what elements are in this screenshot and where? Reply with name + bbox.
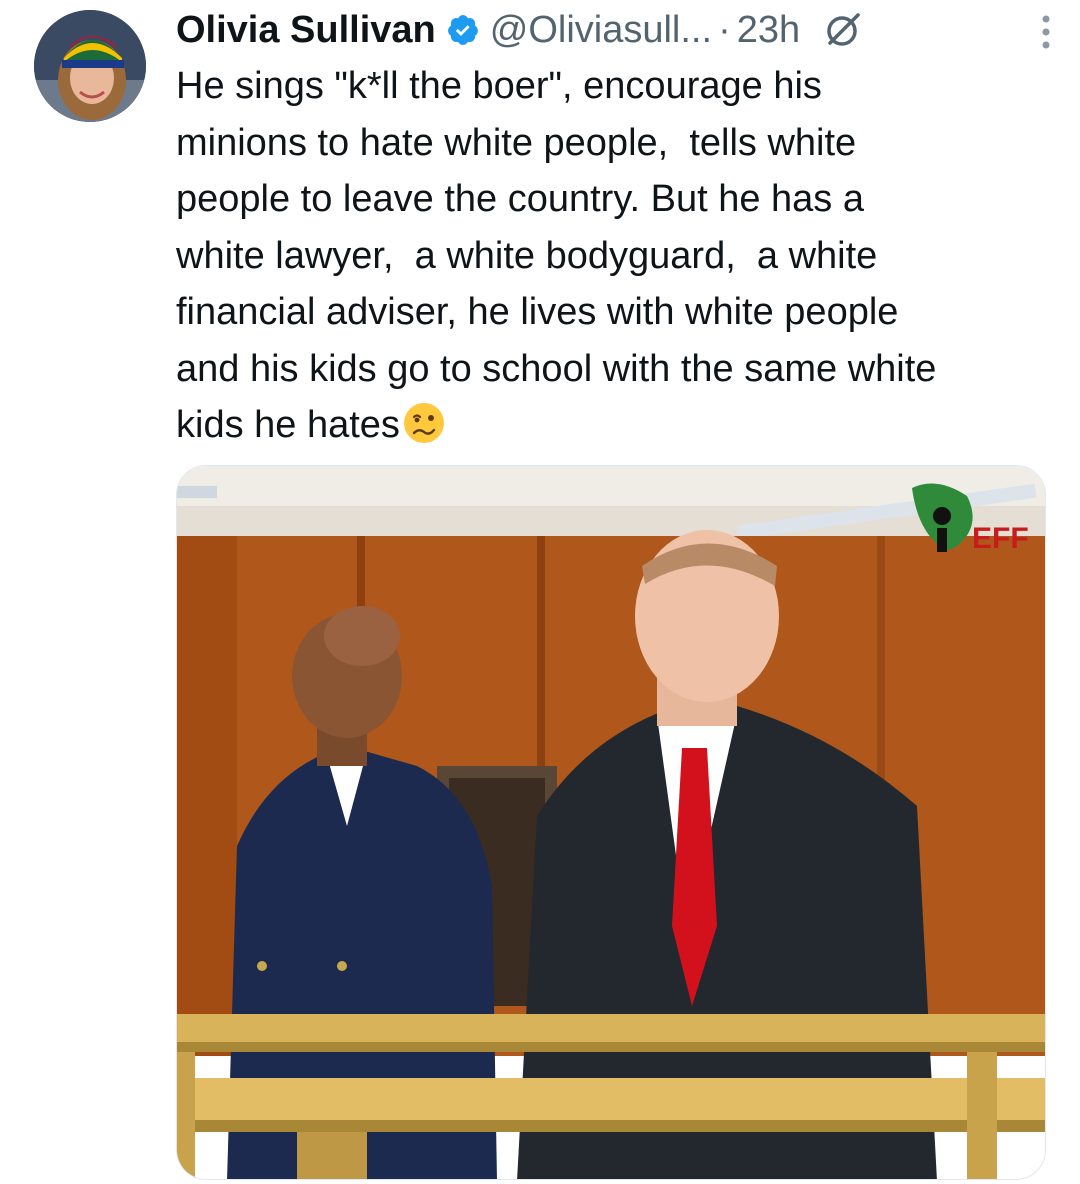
tweet-photo[interactable]: EFF bbox=[176, 465, 1046, 1180]
woozy-face-emoji bbox=[402, 401, 446, 445]
tweet-text-content: He sings "k*ll the boer", encourage his … bbox=[176, 65, 937, 446]
grok-icon[interactable] bbox=[822, 9, 864, 51]
author-avatar[interactable] bbox=[34, 10, 146, 122]
author-name[interactable]: Olivia Sullivan bbox=[176, 9, 436, 52]
eff-watermark: EFF bbox=[972, 522, 1029, 555]
timestamp[interactable]: 23h bbox=[737, 9, 800, 52]
verified-badge-icon bbox=[446, 13, 480, 47]
separator-dot: · bbox=[718, 8, 731, 51]
author-handle[interactable]: @Oliviasull... bbox=[490, 9, 712, 52]
tweet-header: Olivia Sullivan @Oliviasull... · 23h bbox=[176, 4, 1060, 56]
more-options-icon[interactable] bbox=[1038, 14, 1054, 50]
tweet-text: He sings "k*ll the boer", encourage his … bbox=[176, 58, 1056, 454]
